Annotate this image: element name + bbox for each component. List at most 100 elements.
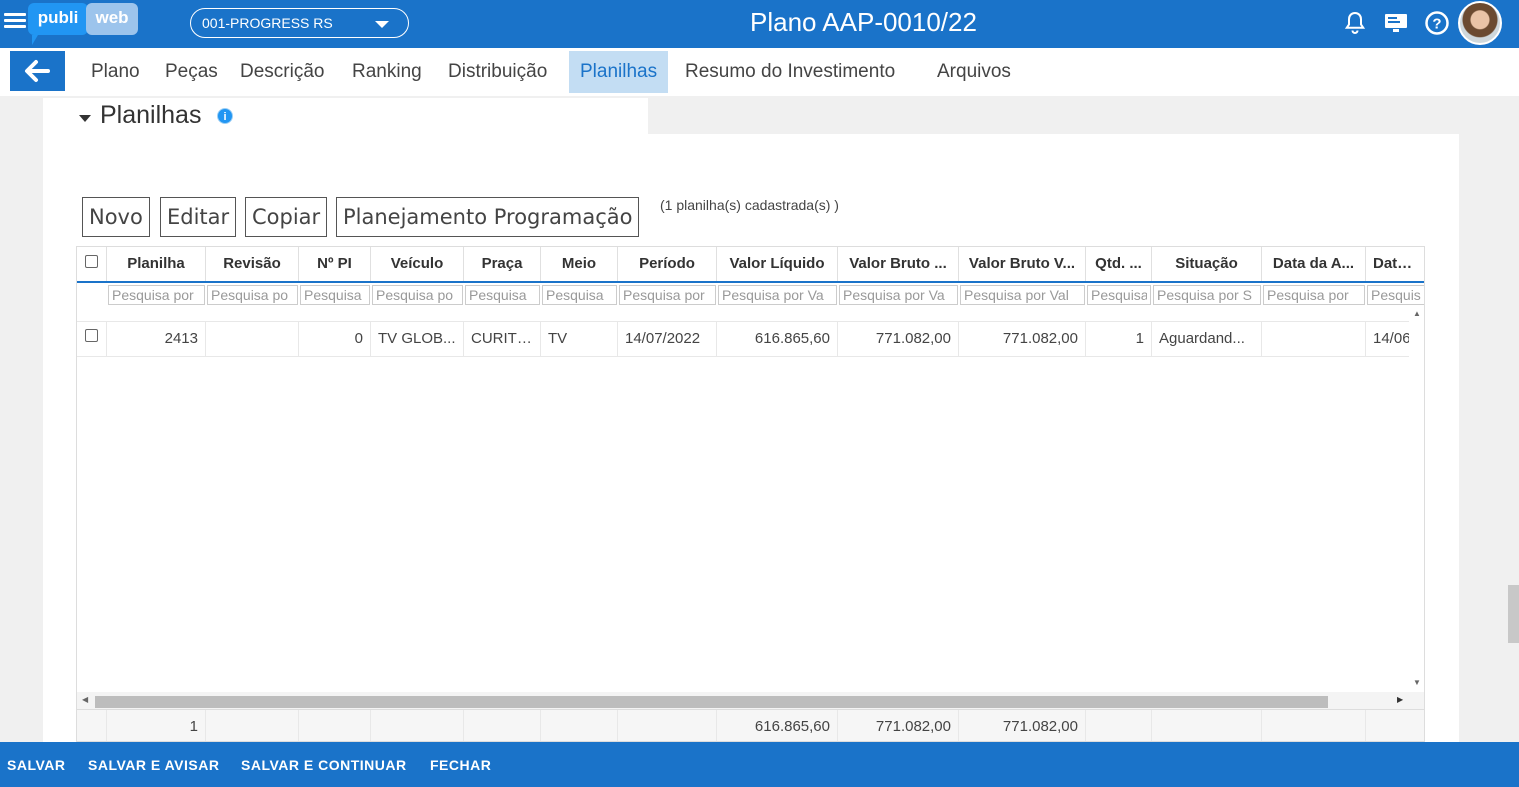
filter-cell xyxy=(206,283,299,309)
tab-arquivos[interactable]: Arquivos xyxy=(926,51,1022,93)
column-header[interactable]: Valor Líquido xyxy=(717,247,838,281)
client-selector[interactable]: 001-PROGRESS RS xyxy=(190,8,409,38)
filter-input[interactable] xyxy=(372,285,463,305)
cell-situacao: Aguardand... xyxy=(1152,322,1262,356)
row-select-cell xyxy=(77,322,107,356)
monitor-icon[interactable] xyxy=(1383,10,1409,36)
column-header[interactable]: Qtd. ... xyxy=(1086,247,1152,281)
total-valor-liquido: 616.865,60 xyxy=(717,710,838,741)
filter-input[interactable] xyxy=(542,285,617,305)
avatar[interactable] xyxy=(1458,1,1502,45)
logo[interactable]: publi web xyxy=(28,3,138,45)
filter-cell xyxy=(618,283,717,309)
cell-planilha: 2413 xyxy=(107,322,206,356)
back-button[interactable] xyxy=(10,51,65,91)
filter-input[interactable] xyxy=(207,285,298,305)
record-count: (1 planilha(s) cadastrada(s) ) xyxy=(660,197,839,213)
tab-resumo-investimento[interactable]: Resumo do Investimento xyxy=(674,51,906,93)
bell-icon[interactable] xyxy=(1342,10,1368,36)
filter-input[interactable] xyxy=(1087,285,1151,305)
filter-input[interactable] xyxy=(300,285,370,305)
table-row[interactable]: 2413 0 TV GLOB... CURITI... TV 14/07/202… xyxy=(77,321,1409,357)
column-header[interactable]: Data Al xyxy=(1366,247,1424,281)
client-selector-value: 001-PROGRESS RS xyxy=(202,15,333,31)
filter-cell xyxy=(299,283,371,309)
filter-input[interactable] xyxy=(619,285,716,305)
page-scrollbar-thumb[interactable] xyxy=(1508,585,1519,643)
bottom-action-bar: SALVAR SALVAR E AVISAR SALVAR E CONTINUA… xyxy=(0,742,1519,787)
save-button[interactable]: SALVAR xyxy=(7,757,65,773)
total-empty xyxy=(1152,710,1262,741)
menu-icon[interactable] xyxy=(4,10,26,34)
column-header[interactable]: Revisão xyxy=(206,247,299,281)
column-header[interactable]: Nº PI xyxy=(299,247,371,281)
column-header[interactable]: Período xyxy=(618,247,717,281)
total-valor-bruto: 771.082,00 xyxy=(838,710,959,741)
scroll-up-icon[interactable]: ▲ xyxy=(1413,309,1421,318)
total-empty xyxy=(618,710,717,741)
total-planilha: 1 xyxy=(107,710,206,741)
tab-descricao[interactable]: Descrição xyxy=(229,51,335,93)
tab-plano[interactable]: Plano xyxy=(80,51,151,93)
tab-bar: Plano Peças Descrição Ranking Distribuiç… xyxy=(0,48,1519,96)
close-button[interactable]: FECHAR xyxy=(430,757,491,773)
filter-input[interactable] xyxy=(1263,285,1365,305)
tab-pecas[interactable]: Peças xyxy=(154,51,229,93)
column-header[interactable]: Situação xyxy=(1152,247,1262,281)
collapse-caret-icon[interactable] xyxy=(79,115,91,122)
column-header[interactable]: Veículo xyxy=(371,247,464,281)
filter-cell xyxy=(1262,283,1366,309)
filter-cell xyxy=(107,283,206,309)
vertical-scrollbar[interactable]: ▲ ▼ xyxy=(1409,309,1424,692)
filter-cell xyxy=(959,283,1086,309)
tab-planilhas[interactable]: Planilhas xyxy=(569,51,669,93)
filter-input[interactable] xyxy=(1153,285,1261,305)
grid-filter-row xyxy=(77,283,1424,309)
filter-cell xyxy=(1086,283,1152,309)
column-header[interactable]: Meio xyxy=(541,247,618,281)
filter-input[interactable] xyxy=(839,285,958,305)
edit-button[interactable]: Editar xyxy=(160,197,237,237)
select-all-checkbox[interactable] xyxy=(85,255,98,268)
tab-distribuicao[interactable]: Distribuição xyxy=(437,51,558,93)
row-checkbox[interactable] xyxy=(85,329,98,342)
column-header[interactable]: Data da A... xyxy=(1262,247,1366,281)
filter-input[interactable] xyxy=(108,285,205,305)
horizontal-scrollbar[interactable]: ◀ ▶ xyxy=(77,692,1424,709)
total-empty xyxy=(206,710,299,741)
save-continue-button[interactable]: SALVAR E CONTINUAR xyxy=(241,757,407,773)
new-button[interactable]: Novo xyxy=(82,197,150,237)
section-title: Planilhas xyxy=(100,101,202,129)
filter-cell xyxy=(464,283,541,309)
scroll-right-icon[interactable]: ▶ xyxy=(1397,695,1403,704)
scroll-left-icon[interactable]: ◀ xyxy=(82,695,88,704)
filter-input[interactable] xyxy=(465,285,540,305)
filter-input[interactable] xyxy=(718,285,837,305)
info-icon[interactable]: i xyxy=(217,108,233,124)
total-empty xyxy=(1366,710,1424,741)
total-empty xyxy=(464,710,541,741)
column-header[interactable]: Praça xyxy=(464,247,541,281)
tab-ranking[interactable]: Ranking xyxy=(341,51,433,93)
column-header[interactable]: Planilha xyxy=(107,247,206,281)
save-notify-button[interactable]: SALVAR E AVISAR xyxy=(88,757,219,773)
total-empty xyxy=(299,710,371,741)
column-header[interactable]: Valor Bruto V... xyxy=(959,247,1086,281)
horizontal-scroll-thumb[interactable] xyxy=(95,696,1328,708)
filter-cell xyxy=(838,283,959,309)
top-bar: publi web 001-PROGRESS RS Plano AAP-0010… xyxy=(0,0,1519,48)
column-header[interactable]: Valor Bruto ... xyxy=(838,247,959,281)
help-icon[interactable]: ? xyxy=(1424,10,1450,36)
spreadsheets-grid: Planilha Revisão Nº PI Veículo Praça Mei… xyxy=(76,246,1425,742)
filter-input[interactable] xyxy=(960,285,1085,305)
filter-input[interactable] xyxy=(1367,285,1424,305)
cell-praca: CURITI... xyxy=(464,322,541,356)
copy-button[interactable]: Copiar xyxy=(245,197,328,237)
planning-schedule-button[interactable]: Planejamento Programação xyxy=(336,197,640,237)
cell-num-pi: 0 xyxy=(299,322,371,356)
logo-part2: web xyxy=(86,3,138,35)
scroll-down-icon[interactable]: ▼ xyxy=(1413,678,1421,687)
grid-header-row: Planilha Revisão Nº PI Veículo Praça Mei… xyxy=(77,247,1424,283)
total-empty xyxy=(541,710,618,741)
filter-cell xyxy=(371,283,464,309)
